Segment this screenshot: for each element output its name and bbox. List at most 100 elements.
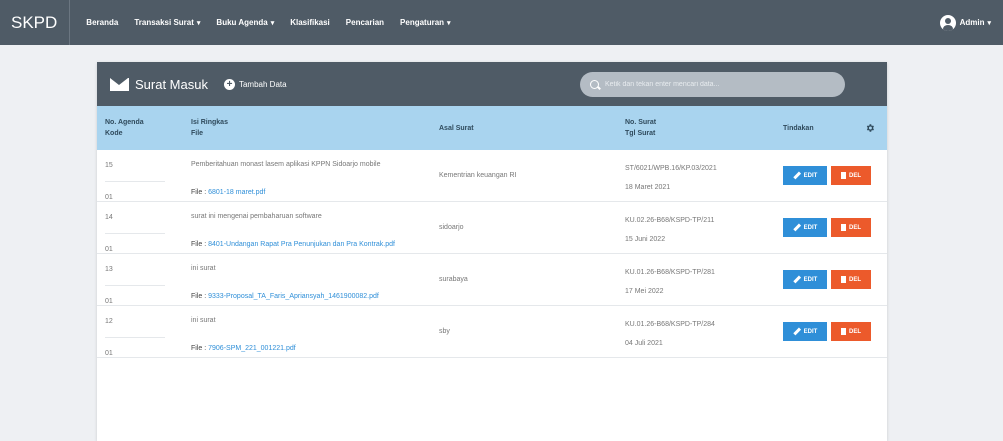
- file-label: File :: [191, 293, 207, 300]
- asal-surat: surabaya: [431, 253, 617, 306]
- header-nosurat-label: No. Surat: [625, 119, 657, 126]
- add-data-button[interactable]: + Tambah Data: [223, 78, 287, 90]
- table-row: 15 01 Pemberitahuan monast lasem aplikasi …: [97, 150, 887, 202]
- agenda-number: 15: [105, 150, 165, 182]
- search-box[interactable]: [580, 72, 845, 97]
- header-agenda-label: No. Agenda: [105, 119, 144, 126]
- nav-menu: Beranda Transaksi Surat ▾ Buku Agenda ▾ Klasi…: [78, 18, 458, 27]
- delete-button[interactable]: DEL: [831, 322, 871, 341]
- trash-icon: [841, 172, 846, 179]
- header-agenda: No. Agenda Kode: [97, 106, 183, 150]
- kode-value: 01: [105, 350, 113, 357]
- actions-cell: EDIT DEL: [775, 253, 887, 306]
- nav-item-beranda[interactable]: Beranda: [78, 18, 126, 27]
- search-input[interactable]: [605, 81, 825, 88]
- file-link[interactable]: 9333-Proposal_TA_Faris_Apriansyah_146190…: [208, 293, 379, 300]
- delete-button[interactable]: DEL: [831, 218, 871, 237]
- surat-masuk-table: No. Agenda Kode Isi Ringkas File Asal Su…: [97, 106, 887, 358]
- tgl-surat: 18 Maret 2021: [625, 184, 671, 191]
- row-actions: EDIT DEL: [783, 166, 879, 185]
- agenda-cell: 14 01: [97, 201, 183, 254]
- header-isi-label: Isi Ringkas: [191, 119, 228, 126]
- gear-icon[interactable]: [865, 123, 875, 133]
- edit-label: EDIT: [803, 224, 818, 231]
- nav-item-klasifikasi[interactable]: Klasifikasi: [282, 18, 338, 27]
- table-header-row: No. Agenda Kode Isi Ringkas File Asal Su…: [97, 106, 887, 150]
- nav-item-transaksi-surat[interactable]: Transaksi Surat ▾: [126, 18, 208, 27]
- no-surat: KU.01.26-B68/KSPD-TP/284: [625, 321, 715, 328]
- no-surat: KU.02.26-B68/KSPD-TP/211: [625, 217, 715, 224]
- nosurat-cell: KU.01.26-B68/KSPD-TP/284 04 Juli 2021: [617, 305, 775, 358]
- nav-item-label: Transaksi Surat: [134, 18, 194, 27]
- surat-masuk-panel: Surat Masuk + Tambah Data No. Agenda Kod…: [97, 62, 887, 441]
- plus-circle-icon: +: [223, 78, 235, 90]
- isi-ringkas: surat ini mengenai pembaharuan software: [191, 213, 322, 220]
- no-surat: KU.01.26-B68/KSPD-TP/281: [625, 269, 715, 276]
- actions-cell: EDIT DEL: [775, 150, 887, 202]
- nosurat-cell: KU.01.26-B68/KSPD-TP/281 17 Mei 2022: [617, 253, 775, 306]
- nav-item-label: Pencarian: [345, 18, 385, 27]
- tgl-surat: 15 Juni 2022: [625, 236, 666, 243]
- chevron-down-icon: ▾: [270, 19, 275, 27]
- nosurat-cell: KU.02.26-B68/KSPD-TP/211 15 Juni 2022: [617, 201, 775, 254]
- asal-surat: sidoarjo: [431, 201, 617, 254]
- user-menu[interactable]: Admin ▾: [939, 0, 991, 45]
- pencil-icon: [792, 275, 801, 284]
- panel-header: Surat Masuk + Tambah Data: [97, 62, 887, 106]
- add-data-label: Tambah Data: [238, 79, 287, 89]
- row-actions: EDIT DEL: [783, 270, 879, 289]
- isi-ringkas: ini surat: [191, 265, 216, 272]
- table-row: 12 01 ini surat File : 7906-SPM_221_001221.…: [97, 305, 887, 358]
- edit-button[interactable]: EDIT: [783, 270, 827, 289]
- nav-item-label: Beranda: [86, 18, 119, 27]
- agenda-number: 13: [105, 254, 165, 286]
- file-line: File : 9333-Proposal_TA_Faris_Apriansyah…: [191, 286, 423, 302]
- delete-label: DEL: [849, 224, 861, 231]
- edit-label: EDIT: [803, 328, 818, 335]
- file-link[interactable]: 7906-SPM_221_001221.pdf: [208, 345, 296, 352]
- isi-cell: surat ini mengenai pembaharuan software F…: [183, 201, 431, 254]
- file-line: File : 6801-18 maret.pdf: [191, 182, 423, 198]
- file-line: File : 7906-SPM_221_001221.pdf: [191, 338, 423, 354]
- nav-item-pengaturan[interactable]: Pengaturan ▾: [392, 18, 459, 27]
- file-link[interactable]: 8401-Undangan Rapat Pra Penunjukan dan P…: [208, 241, 395, 248]
- delete-button[interactable]: DEL: [831, 270, 871, 289]
- agenda-number: 14: [105, 202, 165, 234]
- header-asal: Asal Surat: [431, 106, 617, 150]
- actions-cell: EDIT DEL: [775, 305, 887, 358]
- tgl-surat: 04 Juli 2021: [625, 340, 663, 347]
- edit-label: EDIT: [803, 276, 818, 283]
- isi-cell: ini surat File : 7906-SPM_221_001221.pdf: [183, 305, 431, 358]
- asal-surat: sby: [431, 305, 617, 358]
- nav-item-label: Buku Agenda: [216, 18, 268, 27]
- file-label: File :: [191, 241, 207, 248]
- trash-icon: [841, 276, 846, 283]
- delete-label: DEL: [849, 328, 861, 335]
- brand-logo[interactable]: SKPD: [0, 0, 71, 45]
- header-tindakan: Tindakan: [775, 106, 887, 150]
- header-kode-label: Kode: [105, 130, 123, 137]
- edit-button[interactable]: EDIT: [783, 322, 827, 341]
- file-link[interactable]: 6801-18 maret.pdf: [208, 189, 265, 196]
- header-nosurat: No. Surat Tgl Surat: [617, 106, 775, 150]
- actions-cell: EDIT DEL: [775, 201, 887, 254]
- isi-ringkas: ini surat: [191, 317, 216, 324]
- pencil-icon: [792, 327, 801, 336]
- file-line: File : 8401-Undangan Rapat Pra Penunjuka…: [191, 234, 423, 250]
- isi-ringkas: Pemberitahuan monast lasem aplikasi KPPN…: [191, 161, 381, 168]
- nav-item-buku-agenda[interactable]: Buku Agenda ▾: [208, 18, 282, 27]
- table-row: 14 01 surat ini mengenai pembaharuan softw…: [97, 201, 887, 254]
- isi-cell: ini surat File : 9333-Proposal_TA_Faris_A…: [183, 253, 431, 306]
- header-tgl-label: Tgl Surat: [625, 130, 656, 137]
- kode-value: 01: [105, 298, 113, 305]
- nav-item-pencarian[interactable]: Pencarian: [338, 18, 392, 27]
- delete-label: DEL: [849, 276, 861, 283]
- agenda-number: 12: [105, 306, 165, 338]
- agenda-cell: 15 01: [97, 150, 183, 202]
- delete-button[interactable]: DEL: [831, 166, 871, 185]
- no-surat: ST/6021/WPB.16/KP.03/2021: [625, 165, 717, 172]
- header-tindakan-label: Tindakan: [783, 124, 814, 132]
- edit-button[interactable]: EDIT: [783, 218, 827, 237]
- user-circle-icon: [939, 14, 956, 31]
- edit-button[interactable]: EDIT: [783, 166, 827, 185]
